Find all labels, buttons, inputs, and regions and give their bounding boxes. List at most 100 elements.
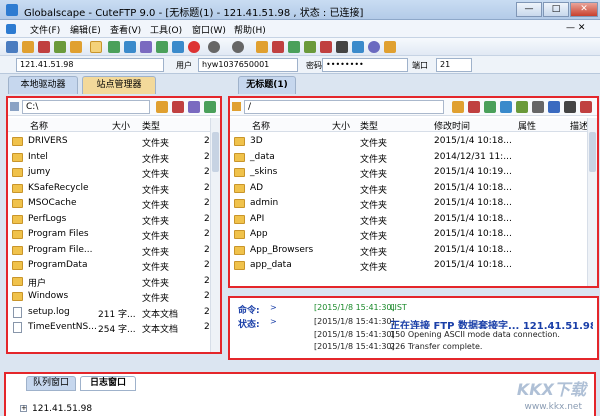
host-field[interactable]: 121.41.51.98	[16, 58, 164, 72]
tab-queue-window[interactable]: 队列窗口	[26, 376, 76, 391]
remote-path-input[interactable]: /	[244, 100, 444, 114]
site-manager-icon[interactable]	[54, 41, 66, 53]
user-field[interactable]: hyw1037650001	[198, 58, 298, 72]
menu-edit[interactable]: 编辑(E)	[70, 23, 101, 36]
remote-col-size[interactable]: 大小	[332, 119, 350, 132]
file-row[interactable]: API 文件夹 2015/1/4 10:18...	[230, 212, 597, 227]
password-field[interactable]: ••••••••	[322, 58, 408, 72]
file-name: DRIVERS	[28, 136, 68, 146]
local-scroll-thumb[interactable]	[212, 132, 219, 172]
file-row[interactable]: jumy 文件夹 2	[8, 165, 220, 180]
local-column-header: 名称 大小 类型	[8, 118, 220, 132]
maximize-button[interactable]: □	[543, 2, 569, 17]
file-row[interactable]: App_Browsers 文件夹 2015/1/4 10:18...	[230, 243, 597, 258]
remote-view-icon[interactable]	[548, 101, 560, 113]
tab-local-drives[interactable]: 本地驱动器	[8, 76, 78, 94]
expand-icon[interactable]: +	[20, 405, 27, 412]
remote-delete-icon[interactable]	[532, 101, 544, 113]
local-refresh-icon[interactable]	[204, 101, 216, 113]
bookmark-icon[interactable]	[272, 41, 284, 53]
file-row[interactable]: KSafeRecycle 文件夹 2	[8, 181, 220, 196]
refresh-icon[interactable]	[156, 41, 168, 53]
quick-connect-icon[interactable]	[22, 41, 34, 53]
folder-icon	[234, 261, 245, 270]
folder-icon[interactable]	[70, 41, 82, 53]
file-row[interactable]: PerfLogs 文件夹 2	[8, 212, 220, 227]
local-col-name[interactable]: 名称	[30, 119, 48, 132]
transfer-icon[interactable]	[172, 41, 184, 53]
remote-sync-icon[interactable]	[564, 101, 576, 113]
menu-window[interactable]: 窗口(W)	[192, 23, 226, 36]
local-bookmark-icon[interactable]	[172, 101, 184, 113]
forward-icon[interactable]	[232, 41, 244, 53]
queue-icon[interactable]	[140, 41, 152, 53]
edit-icon[interactable]	[90, 41, 102, 53]
menu-help[interactable]: 帮助(H)	[234, 23, 266, 36]
file-row[interactable]: setup.log 211 字... 文本文档 2	[8, 305, 220, 320]
menu-file[interactable]: 文件(F)	[30, 23, 60, 36]
file-row[interactable]: Program Files 文件夹 2	[8, 227, 220, 242]
file-row[interactable]: ProgramData 文件夹 2	[8, 258, 220, 273]
delete-icon[interactable]	[320, 41, 332, 53]
remote-col-name[interactable]: 名称	[252, 119, 270, 132]
remote-col-modified[interactable]: 修改时间	[434, 119, 470, 132]
local-up-icon[interactable]	[156, 101, 168, 113]
file-row[interactable]: 用户 文件夹 2	[8, 274, 220, 289]
local-col-type[interactable]: 类型	[142, 119, 160, 132]
port-label: 端口	[412, 61, 428, 70]
tab-untitled[interactable]: 无标题(1)	[238, 76, 296, 94]
stop-icon[interactable]	[188, 41, 200, 53]
upload-icon[interactable]	[108, 41, 120, 53]
file-row[interactable]: App 文件夹 2015/1/4 10:18...	[230, 227, 597, 242]
local-col-size[interactable]: 大小	[112, 119, 130, 132]
local-view-icon[interactable]	[188, 101, 200, 113]
connect-icon[interactable]	[6, 41, 18, 53]
file-row[interactable]: _skins 文件夹 2015/1/4 10:19...	[230, 165, 597, 180]
remote-col-type[interactable]: 类型	[360, 119, 378, 132]
port-field[interactable]: 21	[436, 58, 472, 72]
remote-newfolder-icon[interactable]	[516, 101, 528, 113]
menu-view[interactable]: 查看(V)	[110, 23, 141, 36]
tab-log-window[interactable]: 日志窗口	[80, 376, 136, 391]
file-row[interactable]: Windows 文件夹 2	[8, 289, 220, 304]
download-icon[interactable]	[124, 41, 136, 53]
shield-icon[interactable]	[384, 41, 396, 53]
file-row[interactable]: DRIVERS 文件夹 2	[8, 134, 220, 149]
file-row[interactable]: MSOCache 文件夹 2	[8, 196, 220, 211]
remote-col-attributes[interactable]: 属性	[518, 119, 536, 132]
remote-col-description[interactable]: 描述	[570, 119, 588, 132]
tab-site-manager[interactable]: 站点管理器	[82, 76, 156, 94]
mdi-controls[interactable]: — ✕	[566, 23, 585, 33]
file-row[interactable]: AD 文件夹 2015/1/4 10:18...	[230, 181, 597, 196]
file-row[interactable]: Intel 文件夹 2	[8, 150, 220, 165]
close-button[interactable]: ✕	[570, 2, 598, 17]
parent-folder-icon[interactable]	[256, 41, 268, 53]
file-row[interactable]: admin 文件夹 2015/1/4 10:18...	[230, 196, 597, 211]
file-row[interactable]: _data 文件夹 2014/12/31 11:...	[230, 150, 597, 165]
remote-close-icon[interactable]	[580, 101, 592, 113]
local-scrollbar[interactable]	[210, 118, 220, 352]
settings-icon[interactable]	[368, 41, 380, 53]
file-type: 文件夹	[142, 170, 170, 180]
remote-refresh-icon[interactable]	[484, 101, 496, 113]
file-row[interactable]: TimeEventNS... 254 字... 文本文档 2	[8, 320, 220, 335]
disconnect-icon[interactable]	[38, 41, 50, 53]
local-path-input[interactable]: C:\	[22, 100, 150, 114]
remote-bookmark-icon[interactable]	[468, 101, 480, 113]
file-row[interactable]: Program File... 文件夹 2	[8, 243, 220, 258]
file-row[interactable]: 3D 文件夹 2015/1/4 10:18...	[230, 134, 597, 149]
remote-up-icon[interactable]	[452, 101, 464, 113]
back-icon[interactable]	[208, 41, 220, 53]
remote-download-icon[interactable]	[500, 101, 512, 113]
remote-scrollbar[interactable]	[587, 118, 597, 286]
local-panel: C:\ 名称 大小 类型 DRIVERS 文件夹 2 Intel 文件夹 2 jumy 文件夹…	[6, 96, 222, 354]
cancel-icon[interactable]	[336, 41, 348, 53]
left-tab-row: 本地驱动器 站点管理器	[8, 76, 228, 94]
properties-icon[interactable]	[352, 41, 364, 53]
file-row[interactable]: app_data 文件夹 2015/1/4 10:18...	[230, 258, 597, 273]
minimize-button[interactable]: —	[516, 2, 542, 17]
menu-tools[interactable]: 工具(O)	[150, 23, 182, 36]
remote-scroll-thumb[interactable]	[589, 132, 596, 172]
sync-icon[interactable]	[288, 41, 300, 53]
new-folder-icon[interactable]	[304, 41, 316, 53]
